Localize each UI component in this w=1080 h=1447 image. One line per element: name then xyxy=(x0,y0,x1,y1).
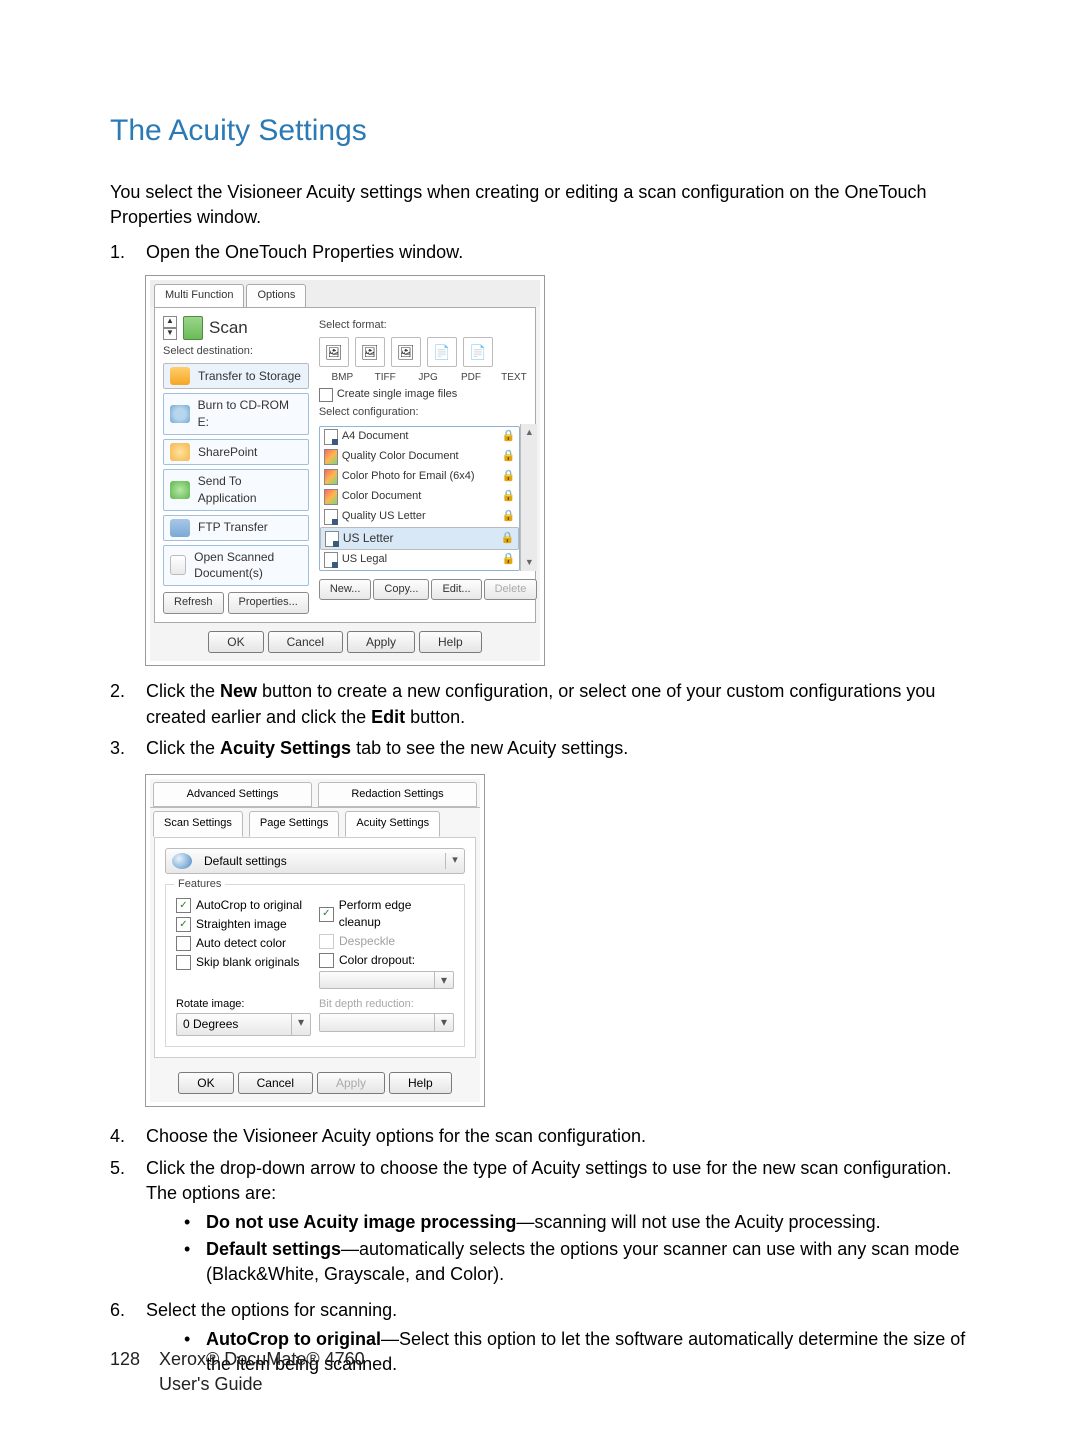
footer-line: Xerox® DocuMate® 4760 xyxy=(159,1349,365,1369)
format-label: BMP xyxy=(321,371,364,385)
properties-button[interactable]: Properties... xyxy=(228,592,309,613)
despeckle-checkbox: Despeckle xyxy=(319,933,454,950)
format-pdf-icon[interactable]: 📄 xyxy=(427,337,457,367)
refresh-button[interactable]: Refresh xyxy=(163,592,224,613)
ok-button[interactable]: OK xyxy=(178,1072,233,1095)
color-dropout-checkbox[interactable]: Color dropout: xyxy=(319,952,454,969)
tab-multi-function[interactable]: Multi Function xyxy=(154,284,244,307)
step-number: 3. xyxy=(110,736,146,761)
format-jpg-icon[interactable]: 🖼 xyxy=(391,337,421,367)
lock-icon: 🔒 xyxy=(501,531,515,546)
acuity-settings-screenshot: Advanced Settings Redaction Settings Sca… xyxy=(146,775,484,1107)
format-label: TIFF xyxy=(364,371,407,385)
lock-icon: 🔒 xyxy=(502,429,516,444)
autodetect-color-checkbox[interactable]: Auto detect color xyxy=(176,935,311,952)
features-group-label: Features xyxy=(174,877,225,892)
edit-button[interactable]: Edit... xyxy=(431,579,481,600)
step-number: 2. xyxy=(110,679,146,729)
config-item[interactable]: US Letter🔒 xyxy=(320,527,520,550)
step-text: Click the drop-down arrow to choose the … xyxy=(146,1156,970,1292)
tab-advanced-settings[interactable]: Advanced Settings xyxy=(153,782,312,807)
lock-icon: 🔒 xyxy=(502,509,516,524)
destination-item[interactable]: SharePoint xyxy=(163,439,309,465)
lock-icon: 🔒 xyxy=(502,552,516,567)
help-button[interactable]: Help xyxy=(419,631,482,654)
help-button[interactable]: Help xyxy=(389,1072,452,1095)
lock-icon: 🔒 xyxy=(502,489,516,504)
ok-button[interactable]: OK xyxy=(208,631,263,654)
apply-button: Apply xyxy=(317,1072,385,1095)
bit-depth-label: Bit depth reduction: xyxy=(319,997,454,1012)
step-number: 1. xyxy=(110,240,146,265)
edge-cleanup-checkbox[interactable]: ✓Perform edge cleanup xyxy=(319,897,454,931)
step-text: Open the OneTouch Properties window. xyxy=(146,240,463,265)
destination-item[interactable]: Send To Application xyxy=(163,469,309,511)
rotate-image-label: Rotate image: xyxy=(176,997,311,1012)
skip-blank-checkbox[interactable]: Skip blank originals xyxy=(176,954,311,971)
destination-item[interactable]: Burn to CD-ROM E: xyxy=(163,393,309,435)
footer-line: User's Guide xyxy=(159,1374,262,1394)
bullet-item: Do not use Acuity image processing—scann… xyxy=(184,1210,970,1235)
step-number: 4. xyxy=(110,1124,146,1149)
lock-icon: 🔒 xyxy=(502,469,516,484)
config-item[interactable]: Quality Color Document🔒 xyxy=(320,447,520,467)
format-label: JPG xyxy=(407,371,450,385)
page-heading: The Acuity Settings xyxy=(110,110,970,152)
select-destination-label: Select destination: xyxy=(163,344,309,359)
tab-acuity-settings[interactable]: Acuity Settings xyxy=(345,811,440,836)
apply-button[interactable]: Apply xyxy=(347,631,415,654)
config-scrollbar[interactable]: ▲▼ xyxy=(520,424,537,571)
preset-dropdown[interactable]: Default settings ▾ xyxy=(165,848,465,875)
config-item[interactable]: Quality US Letter🔒 xyxy=(320,507,520,527)
rotate-image-select[interactable]: 0 Degrees▾ xyxy=(176,1013,311,1036)
tab-page-settings[interactable]: Page Settings xyxy=(249,811,340,836)
step-text: Click the New button to create a new con… xyxy=(146,679,970,729)
destination-item[interactable]: FTP Transfer xyxy=(163,515,309,541)
delete-button[interactable]: Delete xyxy=(484,579,538,600)
config-item[interactable]: Color Document🔒 xyxy=(320,487,520,507)
scan-spinner[interactable]: ▲▼ xyxy=(163,316,177,340)
chevron-down-icon: ▾ xyxy=(434,1014,453,1031)
destination-item[interactable]: Open Scanned Document(s) xyxy=(163,545,309,587)
tab-options[interactable]: Options xyxy=(246,284,306,307)
create-single-image-checkbox[interactable]: Create single image files xyxy=(319,387,538,402)
bit-depth-select: ▾ xyxy=(319,1013,454,1032)
chevron-down-icon[interactable]: ▾ xyxy=(291,1014,310,1035)
autocrop-checkbox[interactable]: ✓AutoCrop to original xyxy=(176,897,311,914)
format-tiff-icon[interactable]: 🖼 xyxy=(355,337,385,367)
scan-title: Scan xyxy=(209,316,248,340)
chevron-down-icon[interactable]: ▾ xyxy=(445,853,464,868)
step-text: Choose the Visioneer Acuity options for … xyxy=(146,1124,646,1149)
chevron-down-icon: ▾ xyxy=(434,972,453,989)
config-item[interactable]: Color Photo for Email (6x4)🔒 xyxy=(320,467,520,487)
scan-icon xyxy=(183,316,203,340)
destination-item[interactable]: Transfer to Storage xyxy=(163,363,309,389)
format-text-icon[interactable]: 📄 xyxy=(463,337,493,367)
acuity-icon xyxy=(172,853,192,869)
page-footer: 128 Xerox® DocuMate® 4760 User's Guide xyxy=(110,1347,365,1397)
onetouch-properties-screenshot: Multi Function Options ▲▼ Scan Select de… xyxy=(146,276,544,666)
tab-scan-settings[interactable]: Scan Settings xyxy=(153,811,243,836)
tab-redaction-settings[interactable]: Redaction Settings xyxy=(318,782,477,807)
bullet-item: Default settings—automatically selects t… xyxy=(184,1237,970,1287)
step-text: Click the Acuity Settings tab to see the… xyxy=(146,736,628,761)
select-format-label: Select format: xyxy=(319,318,538,333)
cancel-button[interactable]: Cancel xyxy=(238,1072,313,1095)
select-configuration-label: Select configuration: xyxy=(319,405,538,420)
lock-icon: 🔒 xyxy=(502,449,516,464)
cancel-button[interactable]: Cancel xyxy=(268,631,343,654)
new-button[interactable]: New... xyxy=(319,579,372,600)
straighten-checkbox[interactable]: ✓Straighten image xyxy=(176,916,311,933)
format-label: TEXT xyxy=(492,371,535,385)
format-bmp-icon[interactable]: 🖼 xyxy=(319,337,349,367)
config-item[interactable]: US Legal🔒 xyxy=(320,550,520,570)
copy-button[interactable]: Copy... xyxy=(373,579,429,600)
intro-paragraph: You select the Visioneer Acuity settings… xyxy=(110,180,970,230)
page-number: 128 xyxy=(110,1347,154,1372)
color-dropout-select: ▾ xyxy=(319,971,454,990)
config-item[interactable]: A4 Document🔒 xyxy=(320,427,520,447)
format-label: PDF xyxy=(450,371,493,385)
step-number: 5. xyxy=(110,1156,146,1292)
